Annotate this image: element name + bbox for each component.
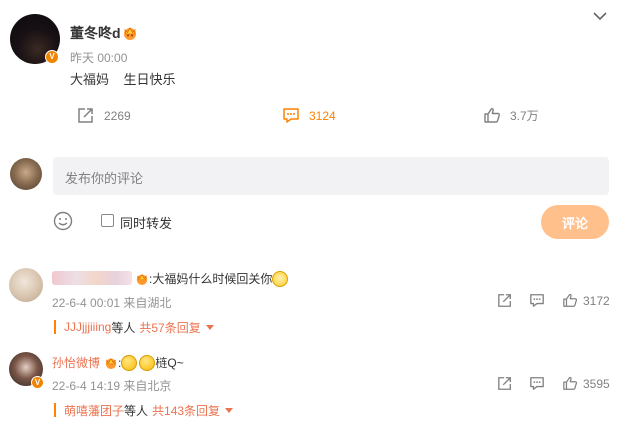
author-name[interactable]: 董冬咚d: [70, 23, 121, 43]
replies-link[interactable]: JJJjjjiiing 等人 共57条回复: [54, 319, 214, 336]
comment-icon: [283, 108, 299, 123]
comment-share-button[interactable]: [497, 293, 513, 308]
crown-icon: [105, 357, 117, 369]
emoji-icon: [139, 354, 156, 371]
comment-like-count: 3595: [583, 376, 610, 391]
reply-username[interactable]: JJJjjjiiing: [64, 320, 111, 334]
comment-count: 3124: [309, 108, 336, 123]
like-icon: [563, 376, 578, 390]
comment-text: 孙怡微博 : 梿Q~: [52, 354, 184, 371]
comment-body: :大福妈什么时候回关你: [149, 272, 273, 286]
my-avatar: [10, 158, 42, 190]
like-icon: [484, 108, 500, 123]
share-count: 2269: [104, 108, 131, 123]
comment-like-button[interactable]: 3172: [562, 293, 610, 308]
commenter-avatar[interactable]: [9, 268, 43, 302]
post-text: 大福妈 生日快乐: [70, 72, 176, 87]
comment-time: 22-6-4 14:19 来自北京: [52, 379, 172, 393]
like-count: 3.7万: [510, 109, 539, 123]
caret-down-icon: [205, 324, 214, 330]
reply-username[interactable]: 萌嘻藩团子: [64, 402, 124, 419]
share-icon: [498, 294, 511, 307]
comment-icon: [530, 294, 544, 307]
reply-count[interactable]: 共57条回复: [139, 319, 200, 336]
like-button[interactable]: 3.7万: [483, 107, 539, 124]
share-icon: [498, 377, 511, 390]
share-icon: [78, 108, 93, 123]
comment-like-button[interactable]: 3595: [562, 376, 610, 391]
crown-icon: [124, 27, 136, 40]
verified-badge: V: [45, 50, 59, 64]
share-button[interactable]: 2269: [77, 107, 131, 124]
reply-mid-text: 等人: [124, 403, 149, 418]
post-time: 昨天 00:00: [70, 51, 128, 65]
submit-comment-button[interactable]: 评论: [541, 205, 609, 239]
comment-like-count: 3172: [583, 293, 610, 308]
emoji-icon: [121, 354, 138, 371]
comment-text: :大福妈什么时候回关你: [135, 270, 289, 287]
smile-icon[interactable]: [53, 211, 73, 231]
repost-checkbox[interactable]: [101, 214, 114, 227]
comment-share-button[interactable]: [497, 376, 513, 391]
verified-badge: V: [31, 376, 44, 389]
caret-down-icon: [225, 407, 234, 413]
reply-mid-text: 等人: [111, 320, 136, 335]
comment-reply-button[interactable]: [529, 293, 545, 308]
comment-icon: [530, 377, 544, 390]
comment-input[interactable]: 发布你的评论: [53, 157, 609, 195]
reply-count[interactable]: 共143条回复: [152, 402, 220, 419]
chevron-down-icon[interactable]: [592, 9, 608, 23]
comment-time: 22-6-4 00:01 来自湖北: [52, 296, 172, 310]
like-icon: [563, 293, 578, 307]
comment-body: 梿Q~: [155, 356, 184, 370]
crown-icon: [136, 273, 148, 285]
comment-button[interactable]: 3124: [282, 107, 336, 124]
blurred-username[interactable]: [52, 271, 132, 285]
cat-emoji-icon: [272, 270, 289, 287]
repost-label: 同时转发: [120, 216, 173, 231]
replies-link[interactable]: 萌嘻藩团子 等人 共143条回复: [54, 402, 234, 419]
comment-reply-button[interactable]: [529, 376, 545, 391]
commenter-name[interactable]: 孙怡微博: [52, 354, 100, 371]
